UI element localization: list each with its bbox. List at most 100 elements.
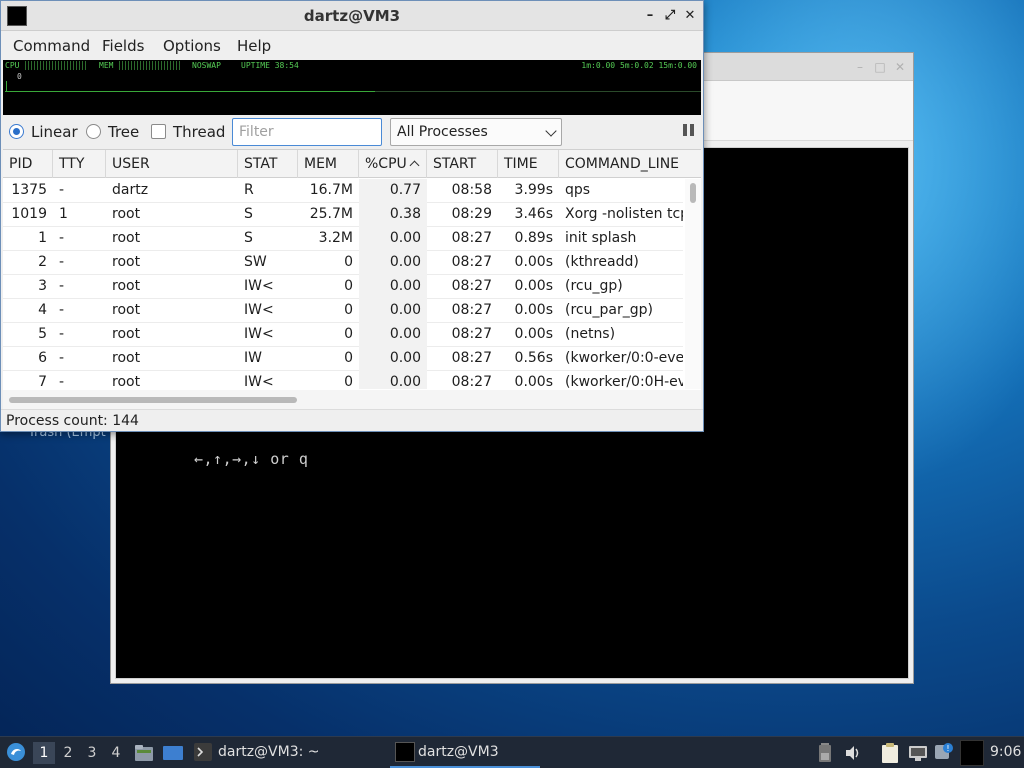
tree-label[interactable]: Tree — [108, 123, 139, 141]
cell-mem: 0 — [344, 302, 353, 318]
cell-user: root — [112, 206, 141, 222]
pause-icon[interactable] — [683, 124, 695, 136]
cell-time: 0.00s — [514, 254, 553, 270]
menu-options[interactable]: Options — [163, 37, 221, 55]
column-header-command-line[interactable]: COMMAND_LINE — [559, 150, 701, 178]
cell-tty: - — [59, 350, 65, 366]
mem-label: MEM — [99, 61, 114, 70]
menu-help[interactable]: Help — [237, 37, 271, 55]
clock[interactable]: 9:06 — [990, 744, 1021, 760]
linear-radio[interactable] — [9, 124, 24, 139]
cell-mem: 0 — [344, 350, 353, 366]
workspace-3[interactable]: 3 — [81, 742, 103, 764]
cell-mem: 0 — [344, 374, 353, 389]
process-table[interactable]: PID TTY USER STAT MEM %CPU START TIME CO… — [3, 149, 701, 409]
thread-label[interactable]: Thread — [173, 123, 225, 141]
horizontal-scrollbar[interactable] — [3, 390, 701, 409]
terminal-icon — [194, 743, 212, 761]
cell-stat: IW — [244, 350, 262, 366]
table-row[interactable]: 5- root IW< 0 0.00 08:27 0.00s (netns) — [3, 323, 683, 347]
table-header: PID TTY USER STAT MEM %CPU START TIME CO… — [3, 150, 701, 178]
cpu-meter — [25, 61, 87, 70]
menu-fields[interactable]: Fields — [102, 37, 144, 55]
close-icon[interactable]: ✕ — [893, 60, 907, 74]
terminal-hint-text: ←,↑,→,↓ or q — [194, 450, 309, 468]
table-row[interactable]: 3- root IW< 0 0.00 08:27 0.00s (rcu_gp) — [3, 275, 683, 299]
battery-icon[interactable] — [818, 743, 832, 763]
cell-tty: - — [59, 374, 65, 389]
thread-checkbox[interactable] — [151, 124, 166, 139]
menu-command[interactable]: Command — [13, 37, 90, 55]
volume-icon[interactable] — [844, 744, 862, 762]
cell-cpu: 0.00 — [389, 254, 421, 270]
task-qps[interactable]: dartz@VM3 — [390, 738, 540, 768]
maximize-icon[interactable]: ⤢ — [661, 7, 679, 25]
clipboard-icon[interactable] — [880, 742, 900, 764]
table-body[interactable]: 1375- dartz R 16.7M 0.77 08:58 3.99s qps 1019 1 ro… — [3, 179, 683, 389]
table-row[interactable]: 1375- dartz R 16.7M 0.77 08:58 3.99s qps — [3, 179, 683, 203]
cell-command-line: (rcu_gp) — [565, 278, 623, 294]
cell-time: 0.00s — [514, 374, 553, 389]
cell-command-line: init splash — [565, 230, 637, 246]
minimize-icon[interactable]: – — [641, 7, 659, 25]
cell-tty: 1 — [59, 206, 68, 222]
cell-stat: IW< — [244, 302, 274, 318]
cell-time: 0.00s — [514, 278, 553, 294]
column-header-stat[interactable]: STAT — [238, 150, 298, 178]
cell-pid: 5 — [38, 326, 47, 342]
table-row[interactable]: 1019 1 root S 25.7M 0.38 08:29 3.46s Xorg -nolis… — [3, 203, 683, 227]
cell-time: 0.56s — [514, 350, 553, 366]
show-desktop-icon[interactable] — [162, 743, 184, 763]
column-header-user[interactable]: USER — [106, 150, 238, 178]
column-header-start[interactable]: START — [427, 150, 498, 178]
cell-start: 08:58 — [451, 182, 492, 198]
filter-input[interactable] — [232, 118, 382, 146]
scroll-thumb[interactable] — [690, 183, 696, 203]
workspace-preview-icon[interactable] — [960, 740, 984, 766]
cell-cpu: 0.00 — [389, 278, 421, 294]
process-filter-select[interactable]: All Processes — [390, 118, 562, 146]
cell-cpu: 0.77 — [389, 182, 421, 198]
table-row[interactable]: 1- root S 3.2M 0.00 08:27 0.89s init splash — [3, 227, 683, 251]
column-header-pid[interactable]: PID — [3, 150, 53, 178]
cell-user: root — [112, 326, 141, 342]
tree-radio[interactable] — [86, 124, 101, 139]
table-row[interactable]: 2- root SW 0 0.00 08:27 0.00s (kthreadd) — [3, 251, 683, 275]
qps-window[interactable]: dartz@VM3 – ⤢ ✕ Command Fields Options H… — [0, 0, 704, 432]
column-header-mem[interactable]: MEM — [298, 150, 359, 178]
workspace-4[interactable]: 4 — [105, 742, 127, 764]
cell-tty: - — [59, 230, 65, 246]
notification-icon[interactable]: ! — [934, 742, 954, 762]
maximize-icon[interactable]: □ — [873, 60, 887, 74]
task-terminal[interactable]: dartz@VM3: ~ — [192, 738, 342, 768]
close-icon[interactable]: ✕ — [681, 7, 699, 25]
cpu-graph-line — [5, 91, 375, 92]
start-menu-icon[interactable] — [6, 742, 26, 762]
graph-baseline — [375, 91, 701, 92]
table-row[interactable]: 6- root IW 0 0.00 08:27 0.56s (kworker/0:0-even… — [3, 347, 683, 371]
linear-label[interactable]: Linear — [31, 123, 78, 141]
column-header-tty[interactable]: TTY — [53, 150, 106, 178]
file-manager-icon[interactable] — [134, 743, 154, 763]
table-row[interactable]: 7- root IW< 0 0.00 08:27 0.00s (kworker/0:0H-ev… — [3, 371, 683, 389]
cell-cpu: 0.00 — [389, 302, 421, 318]
workspace-1[interactable]: 1 — [33, 742, 55, 764]
workspace-2[interactable]: 2 — [57, 742, 79, 764]
minimize-icon[interactable]: – — [853, 60, 867, 74]
column-header-cpu[interactable]: %CPU — [359, 150, 427, 178]
table-row[interactable]: 4- root IW< 0 0.00 08:27 0.00s (rcu_par_gp) — [3, 299, 683, 323]
chevron-down-icon — [545, 125, 557, 137]
cell-command-line: (rcu_par_gp) — [565, 302, 653, 318]
cell-start: 08:27 — [451, 374, 492, 389]
scroll-thumb[interactable] — [9, 397, 297, 403]
cell-stat: R — [244, 182, 254, 198]
network-icon[interactable] — [908, 743, 928, 763]
graph-marker — [6, 81, 7, 91]
vertical-scrollbar[interactable] — [685, 179, 701, 389]
window-titlebar[interactable]: dartz@VM3 – ⤢ ✕ — [1, 1, 703, 31]
column-header-time[interactable]: TIME — [498, 150, 559, 178]
cell-user: root — [112, 230, 141, 246]
cell-pid: 6 — [38, 350, 47, 366]
cell-time: 0.00s — [514, 326, 553, 342]
cell-mem: 0 — [344, 254, 353, 270]
